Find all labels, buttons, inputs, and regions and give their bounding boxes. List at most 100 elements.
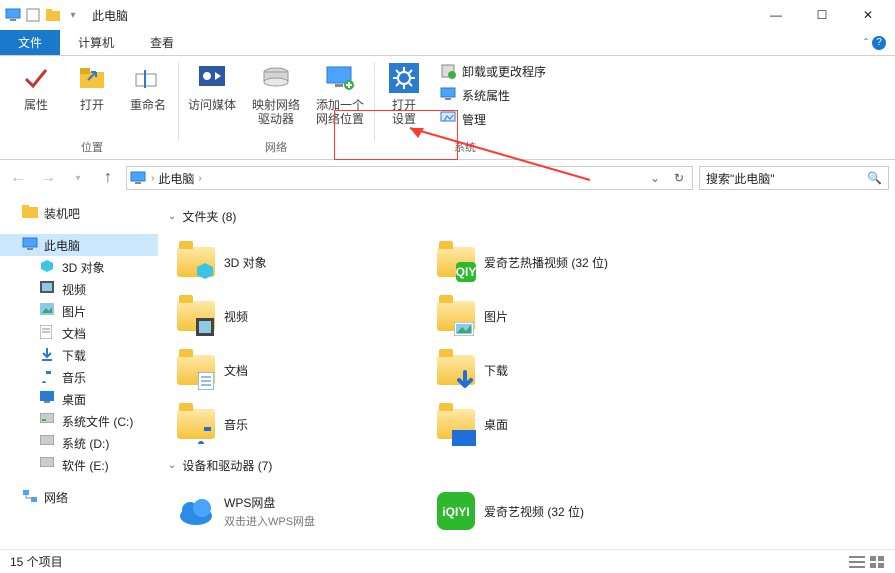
cloud-icon (176, 491, 216, 531)
ribbon-help-icon[interactable]: ˆ ? (855, 30, 895, 55)
sidebar-item-zhuangji[interactable]: 装机吧 (0, 202, 158, 224)
sidebar-item-video[interactable]: 视频 (0, 278, 158, 300)
sidebar-item-music[interactable]: 音乐 (0, 366, 158, 388)
manage-button[interactable]: 管理 (436, 108, 550, 130)
devices-grid: WPS网盘双击进入WPS网盘 iQIYI爱奇艺视频 (32 位) (168, 484, 885, 538)
view-details-button[interactable] (849, 555, 865, 569)
device-item-iqiyi[interactable]: iQIYI爱奇艺视频 (32 位) (428, 484, 688, 538)
drive-icon (40, 413, 56, 429)
tab-computer[interactable]: 计算机 (60, 30, 132, 55)
sidebar-item-documents[interactable]: 文档 (0, 322, 158, 344)
address-bar: ← → ▾ ↑ › 此电脑 › ⌄ ↻ 搜索"此电脑" 🔍 (0, 160, 895, 196)
folders-grid: 3D 对象 iQIYI爱奇艺热播视频 (32 位) 视频 图片 文档 下载 音乐… (168, 235, 885, 451)
sidebar-item-drive-e[interactable]: 软件 (E:) (0, 454, 158, 476)
chevron-right-icon[interactable]: › (151, 173, 154, 184)
ribbon-group-system: 打开 设置 卸载或更改程序 系统属性 管理 系统 (374, 58, 556, 159)
network-icon (22, 489, 38, 505)
folder-item-video[interactable]: 视频 (168, 289, 428, 343)
sidebar-item-desktop[interactable]: 桌面 (0, 388, 158, 410)
folder-item-3d[interactable]: 3D 对象 (168, 235, 428, 289)
sidebar-item-drive-d[interactable]: 系统 (D:) (0, 432, 158, 454)
add-network-location-button[interactable]: 添加一个 网络位置 (312, 58, 368, 126)
folder-item-documents[interactable]: 文档 (168, 343, 428, 397)
drive-icon (40, 435, 56, 451)
system-properties-button[interactable]: 系统属性 (436, 84, 550, 106)
maximize-button[interactable]: ☐ (799, 0, 845, 30)
folder-item-iqiyi-hot[interactable]: iQIYI爱奇艺热播视频 (32 位) (428, 235, 688, 289)
window-controls: — ☐ ✕ (753, 0, 891, 30)
chevron-down-icon: ⌄ (168, 460, 176, 471)
section-folders-header[interactable]: ⌄文件夹 (8) (168, 208, 885, 225)
svg-text:iQIYI: iQIYI (456, 265, 476, 279)
sidebar-item-3d[interactable]: 3D 对象 (0, 256, 158, 278)
monitor-add-icon (324, 62, 356, 94)
video-icon (40, 281, 56, 297)
breadcrumb-root[interactable]: 此电脑 (158, 170, 194, 187)
minimize-button[interactable]: — (753, 0, 799, 30)
music-icon (40, 369, 56, 385)
status-bar: 15 个项目 (0, 549, 895, 573)
document-icon (40, 325, 56, 341)
sidebar-item-drive-c[interactable]: 系统文件 (C:) (0, 410, 158, 432)
sidebar-item-pictures[interactable]: 图片 (0, 300, 158, 322)
sidebar-item-this-pc[interactable]: 此电脑 (0, 234, 158, 256)
drive-icon (40, 457, 56, 473)
up-button[interactable]: ↑ (96, 166, 120, 190)
chevron-right-icon[interactable]: › (198, 173, 201, 184)
item-count: 15 个项目 (10, 553, 63, 570)
refresh-button[interactable]: ↻ (668, 171, 690, 185)
iqiyi-icon: iQIYI (436, 491, 476, 531)
folder-item-downloads[interactable]: 下载 (428, 343, 688, 397)
open-button[interactable]: 打开 (68, 58, 116, 112)
download-icon (40, 347, 56, 363)
check-icon (20, 62, 52, 94)
close-button[interactable]: ✕ (845, 0, 891, 30)
sidebar-item-network[interactable]: 网络 (0, 486, 158, 508)
back-button[interactable]: ← (6, 166, 30, 190)
access-media-button[interactable]: 访问媒体 (184, 58, 240, 126)
folder-item-music[interactable]: 音乐 (168, 397, 428, 451)
forward-button[interactable]: → (36, 166, 60, 190)
manage-icon (440, 111, 456, 127)
open-settings-button[interactable]: 打开 设置 (380, 58, 428, 130)
address-dropdown-icon[interactable]: ⌄ (646, 171, 664, 185)
uninstall-icon (440, 63, 456, 79)
drive-icon (260, 62, 292, 94)
ribbon: 属性 打开 重命名 位置 访问媒体 映射网络 驱动器 (0, 56, 895, 160)
tab-file[interactable]: 文件 (0, 30, 60, 55)
pc-icon (22, 237, 38, 253)
search-input[interactable]: 搜索"此电脑" 🔍 (699, 166, 889, 190)
pc-icon (4, 6, 22, 24)
rename-button[interactable]: 重命名 (124, 58, 172, 112)
view-icons-button[interactable] (869, 555, 885, 569)
address-field[interactable]: › 此电脑 › ⌄ ↻ (126, 166, 693, 190)
recent-dropdown[interactable]: ▾ (66, 166, 90, 190)
rename-icon (132, 62, 164, 94)
folder-item-desktop[interactable]: 桌面 (428, 397, 688, 451)
qat: ▾ (4, 6, 82, 24)
gear-icon (388, 62, 420, 94)
ribbon-group-location: 属性 打开 重命名 位置 (6, 58, 178, 159)
window-title: 此电脑 (92, 7, 128, 24)
svg-text:iQIYI: iQIYI (442, 505, 469, 519)
picture-icon (40, 303, 56, 319)
open-folder-icon (76, 62, 108, 94)
section-devices-header[interactable]: ⌄设备和驱动器 (7) (168, 457, 885, 474)
ribbon-group-network: 访问媒体 映射网络 驱动器 添加一个 网络位置 网络 (178, 58, 374, 159)
device-item-wps[interactable]: WPS网盘双击进入WPS网盘 (168, 484, 428, 538)
nav-sidebar: 装机吧 此电脑 3D 对象 视频 图片 文档 下载 音乐 桌面 系统文件 (C:… (0, 196, 158, 549)
checkbox-icon[interactable] (24, 6, 42, 24)
properties-button[interactable]: 属性 (12, 58, 60, 112)
uninstall-button[interactable]: 卸载或更改程序 (436, 60, 550, 82)
tab-view[interactable]: 查看 (132, 30, 192, 55)
monitor-small-icon (440, 87, 456, 103)
main-body: 装机吧 此电脑 3D 对象 视频 图片 文档 下载 音乐 桌面 系统文件 (C:… (0, 196, 895, 549)
search-placeholder: 搜索"此电脑" (706, 170, 775, 187)
desktop-icon (40, 391, 56, 407)
folder-item-pictures[interactable]: 图片 (428, 289, 688, 343)
folder-small-icon[interactable] (44, 6, 62, 24)
map-drive-button[interactable]: 映射网络 驱动器 (248, 58, 304, 126)
sidebar-item-downloads[interactable]: 下载 (0, 344, 158, 366)
qat-dropdown-icon[interactable]: ▾ (64, 6, 82, 24)
cube-icon (40, 259, 56, 275)
